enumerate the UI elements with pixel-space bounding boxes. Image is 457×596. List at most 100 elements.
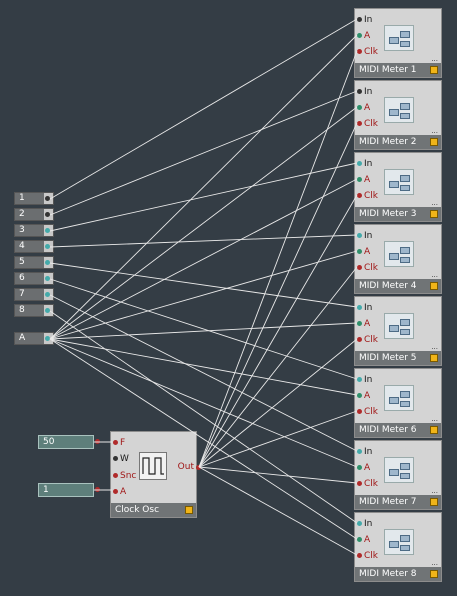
midi-meter-module[interactable]: In A Clk... MIDI Meter 2 (354, 80, 442, 150)
meter-title: MIDI Meter 3 (359, 209, 417, 219)
channel-label-text: 1 (15, 193, 44, 204)
patch-cable (198, 50, 358, 468)
patch-cable (49, 162, 358, 232)
midi-meter-module[interactable]: In A Clk... MIDI Meter 7 (354, 440, 442, 510)
channel-output-port[interactable] (45, 228, 50, 233)
port-a-dot (357, 465, 362, 470)
channel-label-text: 2 (15, 209, 44, 220)
meter-port-in-label: In (364, 303, 373, 313)
meter-port-clk-label: Clk (364, 191, 378, 201)
patch-cable (49, 34, 358, 340)
clock-osc-title: Clock Osc (115, 505, 160, 515)
patch-cable (49, 338, 358, 468)
meter-led[interactable] (430, 138, 438, 146)
channel-input-label[interactable]: 8 (14, 304, 54, 317)
meter-port-a-label: A (364, 319, 371, 329)
meter-port-a-label: A (364, 247, 371, 257)
meter-title-bar: MIDI Meter 5 (355, 351, 441, 365)
meter-port-in-label: In (364, 15, 373, 25)
meter-icon-block (400, 473, 410, 479)
meter-title: MIDI Meter 4 (359, 281, 417, 291)
midi-meter-module[interactable]: In A Clk... MIDI Meter 3 (354, 152, 442, 222)
meter-port-a-label: A (364, 535, 371, 545)
clock-out-port[interactable]: Out (178, 462, 201, 472)
channel-output-port[interactable] (45, 244, 50, 249)
channel-output-port[interactable] (45, 292, 50, 297)
meter-led[interactable] (430, 282, 438, 290)
port-a-dot (357, 33, 362, 38)
port-in-dot (357, 521, 362, 526)
resize-dots: ... (431, 343, 438, 351)
channel-output-port[interactable] (45, 196, 50, 201)
meter-port-a-label: A (364, 175, 371, 185)
meter-title-bar: MIDI Meter 7 (355, 495, 441, 509)
port-in-dot (357, 161, 362, 166)
meter-icon-block (400, 31, 410, 38)
meter-icon-block (389, 397, 399, 404)
channel-output-port[interactable] (45, 308, 50, 313)
midi-meter-module[interactable]: In A Clk... MIDI Meter 6 (354, 368, 442, 438)
amplitude-knob-port[interactable] (95, 487, 100, 492)
meter-port-in-label: In (364, 375, 373, 385)
meter-led[interactable] (430, 354, 438, 362)
resize-dots: ... (431, 199, 438, 207)
meter-icon-block (389, 109, 399, 116)
port-in-dot (357, 17, 362, 22)
channel-label-text: 8 (15, 305, 44, 316)
meter-icon-block (389, 541, 399, 548)
port-in-dot (357, 89, 362, 94)
midi-meter-module[interactable]: In A Clk... MIDI Meter 4 (354, 224, 442, 294)
patch-cable (198, 338, 358, 468)
meter-led[interactable] (430, 66, 438, 74)
clock-osc-led[interactable] (185, 506, 193, 514)
midi-meter-module[interactable]: In A Clk... MIDI Meter 1 (354, 8, 442, 78)
patch-cable (49, 18, 358, 200)
meter-port-in-label: In (364, 159, 373, 169)
channel-input-label[interactable]: 6 (14, 272, 54, 285)
midi-meter-module[interactable]: In A Clk... MIDI Meter 8 (354, 512, 442, 582)
meter-led[interactable] (430, 426, 438, 434)
channel-output-port[interactable] (45, 260, 50, 265)
midi-meter-module[interactable]: In A Clk... MIDI Meter 5 (354, 296, 442, 366)
meter-icon-block (400, 175, 410, 182)
meter-title-bar: MIDI Meter 1 (355, 63, 441, 77)
channel-input-label[interactable]: 5 (14, 256, 54, 269)
channel-input-label[interactable]: 1 (14, 192, 54, 205)
port-a-dot (357, 177, 362, 182)
meter-led[interactable] (430, 570, 438, 578)
amp-output-port[interactable] (45, 336, 50, 341)
meter-icon-block (400, 329, 410, 335)
frequency-knob[interactable]: 50 (38, 435, 100, 449)
channel-input-label[interactable]: 4 (14, 240, 54, 253)
meter-port-in-label: In (364, 519, 373, 529)
meter-display-icon (384, 457, 414, 483)
port-clk-dot (357, 337, 362, 342)
meter-port-in-label: In (364, 447, 373, 457)
meter-title: MIDI Meter 1 (359, 65, 417, 75)
amp-input-label-text: A (15, 333, 44, 344)
channel-output-port[interactable] (45, 212, 50, 217)
port-w-dot (113, 456, 118, 461)
meter-icon-block (389, 181, 399, 188)
channel-output-port[interactable] (45, 276, 50, 281)
meter-title-bar: MIDI Meter 2 (355, 135, 441, 149)
frequency-knob-port[interactable] (95, 439, 100, 444)
port-a-dot (113, 489, 118, 494)
channel-input-label[interactable]: 3 (14, 224, 54, 237)
meter-icon-block (400, 463, 410, 470)
amp-input-label[interactable]: A (14, 332, 54, 345)
channel-input-label[interactable]: 7 (14, 288, 54, 301)
meter-led[interactable] (430, 498, 438, 506)
channel-input-label[interactable]: 2 (14, 208, 54, 221)
meter-port-clk-label: Clk (364, 263, 378, 273)
meter-led[interactable] (430, 210, 438, 218)
port-a-dot (357, 321, 362, 326)
meter-title: MIDI Meter 6 (359, 425, 417, 435)
clock-osc-module[interactable]: F W Snc A Out Clock Osc (110, 431, 201, 518)
port-f-dot (113, 440, 118, 445)
patch-cable (198, 194, 358, 468)
resize-dots: ... (431, 127, 438, 135)
amplitude-knob[interactable]: 1 (38, 483, 100, 497)
meter-icon-block (389, 253, 399, 260)
meter-icon-block (400, 41, 410, 47)
